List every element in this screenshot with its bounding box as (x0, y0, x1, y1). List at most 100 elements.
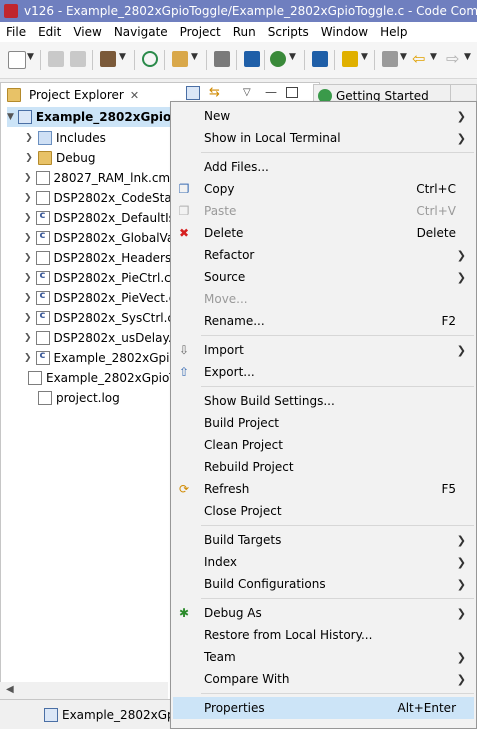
menu-item-properties[interactable]: Properties Alt+Enter (173, 697, 474, 719)
view-icon[interactable] (312, 51, 328, 67)
chevron-right-icon[interactable]: ❯ (24, 213, 32, 223)
tree-item[interactable]: ❯ DSP2802x_PieCtrl.c (24, 268, 170, 288)
view-menu-icon[interactable]: ▽ (243, 87, 251, 98)
flash-dropdown-icon[interactable]: ▼ (191, 52, 198, 62)
terminal-icon[interactable] (244, 51, 260, 67)
menu-item-build-project[interactable]: Build Project (173, 412, 474, 434)
chevron-right-icon[interactable]: ❯ (24, 293, 32, 303)
menu-help[interactable]: Help (374, 22, 413, 42)
menu-item-new[interactable]: New ❯ (173, 105, 474, 127)
menu-scripts[interactable]: Scripts (262, 22, 315, 42)
tree-item[interactable]: ❯ Example_2802xGpioToggle.c (24, 348, 170, 368)
menu-item-copy[interactable]: ❐ Copy Ctrl+C (173, 178, 474, 200)
menu-file[interactable]: File (0, 22, 32, 42)
tree-item[interactable]: ❯ DSP2802x_usDelay.asm (24, 328, 170, 348)
menu-view[interactable]: View (67, 22, 107, 42)
build-dropdown-icon[interactable]: ▼ (119, 52, 126, 62)
chevron-right-icon[interactable]: ❯ (24, 273, 32, 283)
chevron-right-icon[interactable]: ❯ (24, 333, 32, 343)
tab-project-explorer[interactable]: Project Explorer ✕ (3, 83, 143, 107)
menu-item-add-files[interactable]: Add Files... (173, 156, 474, 178)
tree-item[interactable]: ❯ 28027_RAM_lnk.cmd (24, 168, 170, 188)
menu-item-label: Close Project (204, 504, 282, 518)
tree-item[interactable]: ❯ Debug (24, 148, 170, 168)
build-hammer-icon[interactable] (100, 51, 116, 67)
menu-item-compare-with[interactable]: Compare With ❯ (173, 668, 474, 690)
save-all-icon[interactable] (70, 51, 86, 67)
debug-bug-icon[interactable] (270, 51, 286, 67)
menu-navigate[interactable]: Navigate (108, 22, 174, 42)
file-icon (35, 251, 50, 265)
tree-item[interactable]: ❯ DSP2802x_CodeStartBranch.asm (24, 188, 170, 208)
menu-run[interactable]: Run (227, 22, 262, 42)
chevron-right-icon[interactable]: ❯ (24, 133, 34, 143)
close-icon[interactable]: ✕ (130, 89, 139, 102)
menu-item-rename[interactable]: Rename... F2 (173, 310, 474, 332)
menu-item-refactor[interactable]: Refactor ❯ (173, 244, 474, 266)
export-icon: ⇧ (178, 365, 190, 379)
submenu-chevron-icon: ❯ (456, 577, 466, 591)
export-toolbar-icon[interactable] (342, 51, 358, 67)
menu-item-index[interactable]: Index ❯ (173, 551, 474, 573)
next-annotation-icon[interactable] (382, 51, 398, 67)
chevron-right-icon[interactable]: ❯ (24, 353, 32, 363)
save-icon[interactable] (48, 51, 64, 67)
tree-item[interactable]: Example_2802xGpioToggle.gel (24, 368, 170, 388)
debug-dropdown-icon[interactable]: ▼ (289, 52, 296, 62)
chevron-right-icon[interactable]: ❯ (24, 253, 32, 263)
menu-item-team[interactable]: Team ❯ (173, 646, 474, 668)
menu-item-show-build-settings[interactable]: Show Build Settings... (173, 390, 474, 412)
menu-item-export[interactable]: ⇧ Export... (173, 361, 474, 383)
minimize-icon[interactable]: — (265, 85, 277, 99)
tree-row-project[interactable]: ▼ Example_2802xGpioToggle (7, 107, 216, 127)
collapse-all-icon[interactable] (186, 86, 200, 100)
link-with-editor-icon[interactable]: ⇆ (209, 85, 220, 100)
back-dropdown-icon[interactable]: ▼ (430, 52, 437, 62)
chevron-right-icon[interactable]: ❯ (24, 153, 34, 163)
expanded-chevron-icon[interactable]: ▼ (7, 112, 14, 122)
tool-icon[interactable] (214, 51, 230, 67)
scroll-left-icon[interactable]: ◀ (6, 684, 14, 695)
menu-item-rebuild-project[interactable]: Rebuild Project (173, 456, 474, 478)
menu-window[interactable]: Window (315, 22, 374, 42)
export-dropdown-icon[interactable]: ▼ (361, 52, 368, 62)
menu-item-close-project[interactable]: Close Project (173, 500, 474, 522)
tree-item[interactable]: ❯ DSP2802x_PieVect.c (24, 288, 170, 308)
menu-item-restore-from-local-history[interactable]: Restore from Local History... (173, 624, 474, 646)
tree-item[interactable]: ❯ DSP2802x_Headers_nonBIOS.cmd (24, 248, 170, 268)
tree-item[interactable]: ❯ DSP2802x_SysCtrl.c (24, 308, 170, 328)
chevron-right-icon[interactable]: ❯ (24, 193, 32, 203)
forward-arrow-icon[interactable]: ⇨ (446, 51, 462, 67)
chevron-right-icon[interactable]: ❯ (24, 173, 32, 183)
forward-dropdown-icon[interactable]: ▼ (464, 52, 471, 62)
back-arrow-icon[interactable]: ⇦ (412, 51, 428, 67)
menu-item-source[interactable]: Source ❯ (173, 266, 474, 288)
search-icon[interactable] (142, 51, 158, 67)
annotation-dropdown-icon[interactable]: ▼ (400, 52, 407, 62)
new-icon[interactable] (8, 51, 26, 69)
menu-item-delete[interactable]: ✖ Delete Delete (173, 222, 474, 244)
tree-item-label: Example_2802xGpioToggle.gel (46, 371, 170, 385)
menu-project[interactable]: Project (174, 22, 227, 42)
menu-item-refresh[interactable]: ⟳ Refresh F5 (173, 478, 474, 500)
menu-item-build-targets[interactable]: Build Targets ❯ (173, 529, 474, 551)
horizontal-scrollbar[interactable]: ◀ (0, 682, 168, 699)
chevron-right-icon[interactable]: ❯ (24, 313, 32, 323)
tree-item[interactable]: project.log (24, 388, 170, 408)
tree-item[interactable]: ❯ Includes (24, 128, 170, 148)
folder-icon (38, 151, 52, 165)
chevron-right-icon[interactable]: ❯ (24, 233, 32, 243)
maximize-icon[interactable] (286, 87, 298, 98)
new-dropdown-icon[interactable]: ▼ (27, 52, 34, 62)
menu-item-show-in-local-terminal[interactable]: Show in Local Terminal ❯ (173, 127, 474, 149)
cfile-icon (35, 350, 50, 365)
menu-item-build-configurations[interactable]: Build Configurations ❯ (173, 573, 474, 595)
menu-item-clean-project[interactable]: Clean Project (173, 434, 474, 456)
tree-item[interactable]: ❯ DSP2802x_DefaultIsr.c (24, 208, 170, 228)
flash-icon[interactable] (172, 51, 188, 67)
menu-edit[interactable]: Edit (32, 22, 67, 42)
menu-item-debug-as[interactable]: ✱ Debug As ❯ (173, 602, 474, 624)
menu-item-import[interactable]: ⇩ Import ❯ (173, 339, 474, 361)
tree-item[interactable]: ❯ DSP2802x_GlobalVariableDefs.c (24, 228, 170, 248)
main-toolbar: ▼ ▼ ▼ ▼ ▼ ▼ ⇦ ▼ ⇨ ▼ (0, 42, 477, 79)
